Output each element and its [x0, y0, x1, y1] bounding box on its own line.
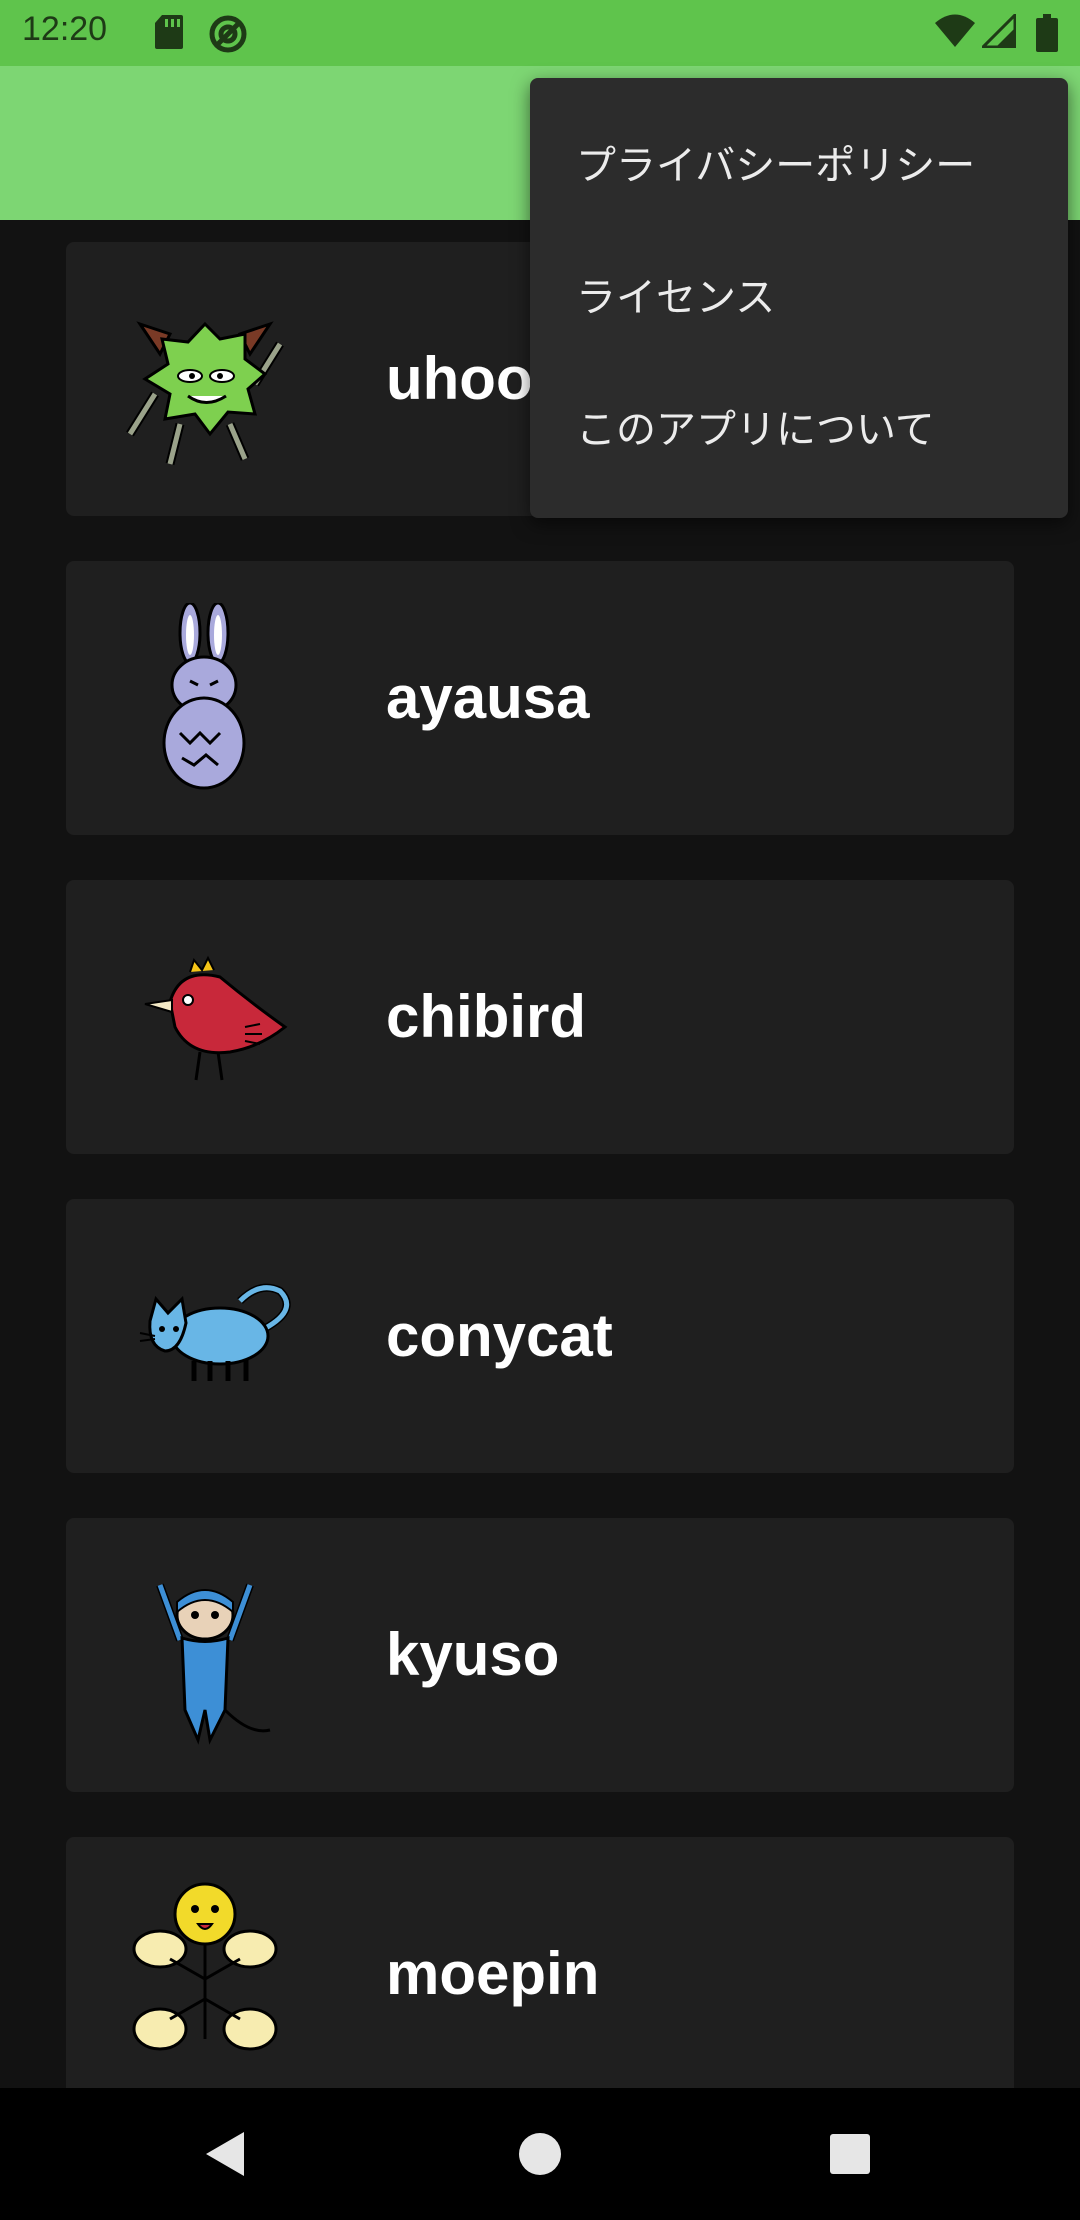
- character-name: uhoo: [386, 345, 533, 412]
- list-item[interactable]: moepin: [66, 1837, 1014, 2088]
- home-icon[interactable]: [510, 2124, 570, 2184]
- character-name: conycat: [386, 1302, 613, 1369]
- battery-icon: [1036, 14, 1058, 52]
- navigation-bar: [0, 2088, 1080, 2220]
- character-name: moepin: [386, 1940, 600, 2007]
- character-name: ayausa: [386, 664, 590, 731]
- character-name: kyuso: [386, 1621, 560, 1688]
- menu-item-privacy-policy[interactable]: プライバシーポリシー: [530, 100, 1068, 232]
- recents-icon[interactable]: [820, 2124, 880, 2184]
- blue-mouse-icon: [156, 1583, 271, 1745]
- character-name: chibird: [386, 983, 587, 1050]
- status-bar: 12:20: [0, 0, 1080, 66]
- back-icon[interactable]: [196, 2124, 256, 2184]
- list-item[interactable]: conycat: [66, 1199, 1014, 1473]
- list-item[interactable]: ayausa: [66, 561, 1014, 835]
- at-sign-icon: [209, 15, 247, 53]
- purple-rabbit-icon: [162, 603, 246, 790]
- yellow-bug-icon: [132, 1882, 278, 2051]
- overflow-menu: プライバシーポリシー ライセンス このアプリについて: [530, 78, 1068, 518]
- status-time: 12:20: [22, 10, 108, 48]
- menu-item-license[interactable]: ライセンス: [530, 232, 1068, 364]
- menu-item-about-app[interactable]: このアプリについて: [530, 364, 1068, 496]
- red-bird-icon: [144, 955, 288, 1081]
- sd-card-icon: [155, 15, 183, 49]
- signal-icon: [982, 14, 1016, 48]
- green-monster-icon: [126, 321, 284, 466]
- list-item[interactable]: kyuso: [66, 1518, 1014, 1792]
- wifi-icon: [935, 14, 975, 47]
- blue-cat-icon: [139, 1283, 291, 1381]
- list-item[interactable]: chibird: [66, 880, 1014, 1154]
